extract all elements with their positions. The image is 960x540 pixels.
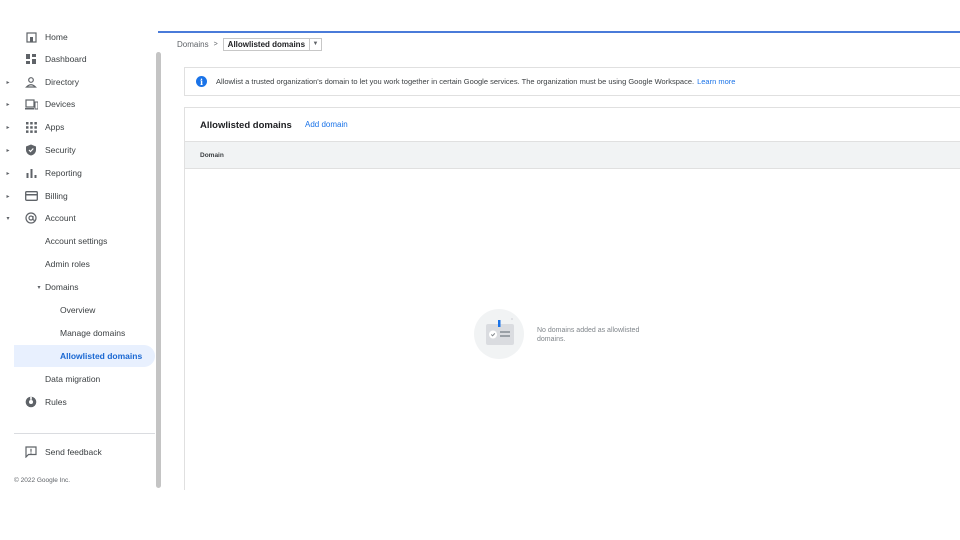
sidebar-item-label: Security: [45, 145, 76, 155]
id-card-icon: [486, 318, 514, 345]
sidebar-item-label: Data migration: [45, 374, 101, 384]
sidebar-item-label: Rules: [45, 397, 67, 407]
table-header: Domain: [185, 141, 960, 169]
breadcrumb-dropdown-button[interactable]: ▼: [310, 37, 323, 51]
apps-grid-icon: [24, 120, 38, 134]
breadcrumb-separator: >: [213, 40, 218, 48]
sidebar-item-allowlisted-domains[interactable]: Allowlisted domains: [14, 345, 155, 367]
sidebar-item-label: Dashboard: [45, 54, 87, 64]
credit-card-icon: [24, 189, 38, 203]
sidebar-item-label: Domains: [45, 282, 79, 292]
home-icon: [24, 30, 38, 44]
sidebar-item-manage-domains[interactable]: Manage domains: [0, 322, 156, 344]
bar-chart-icon: [24, 166, 38, 180]
card-title: Allowlisted domains: [200, 120, 292, 131]
sidebar-scrollbar[interactable]: [156, 52, 161, 488]
sidebar-item-label: Billing: [45, 191, 68, 201]
banner-text: Allowlist a trusted organization's domai…: [216, 77, 695, 86]
sidebar-item-send-feedback[interactable]: Send feedback: [0, 441, 156, 463]
sidebar-item-home[interactable]: Home: [0, 26, 156, 48]
add-domain-button[interactable]: Add domain: [305, 120, 348, 129]
breadcrumb-current: Allowlisted domains: [222, 37, 311, 51]
expand-caret-icon[interactable]: ▸: [5, 101, 11, 108]
breadcrumb-domains-link[interactable]: Domains: [177, 40, 209, 49]
expand-caret-icon[interactable]: ▸: [5, 193, 11, 200]
feedback-icon: [24, 445, 38, 459]
sidebar-item-reporting[interactable]: ▸ Reporting: [0, 162, 156, 184]
shield-icon: [24, 143, 38, 157]
sidebar-item-label: Allowlisted domains: [60, 351, 143, 361]
chevron-down-icon: ▼: [312, 41, 319, 47]
learn-more-link[interactable]: Learn more: [697, 77, 735, 86]
at-sign-icon: [24, 211, 38, 225]
expand-caret-icon[interactable]: ▸: [5, 147, 11, 154]
breadcrumb: Domains > Allowlisted domains ▼: [177, 37, 323, 51]
header-accent-line: [155, 31, 960, 33]
sidebar-item-security[interactable]: ▸ Security: [0, 139, 156, 161]
expand-caret-icon[interactable]: ▸: [5, 79, 11, 86]
sidebar-divider: [14, 433, 155, 434]
rules-icon: [24, 395, 38, 409]
sidebar-item-label: Account: [45, 213, 76, 223]
sidebar-item-billing[interactable]: ▸ Billing: [0, 185, 156, 207]
sidebar-item-admin-roles[interactable]: Admin roles: [0, 253, 156, 275]
sidebar-item-directory[interactable]: ▸ Directory: [0, 71, 156, 93]
sidebar-item-label: Directory: [45, 77, 80, 87]
sidebar-item-label: Devices: [45, 99, 76, 109]
sidebar-item-overview[interactable]: Overview: [0, 299, 156, 321]
sidebar-item-account[interactable]: ▾ Account: [0, 207, 156, 229]
allowlisted-domains-card: Allowlisted domains Add domain Domain: [184, 107, 960, 490]
dashboard-icon: [24, 52, 38, 66]
expand-caret-icon[interactable]: ▸: [5, 124, 11, 131]
sidebar-item-account-settings[interactable]: Account settings: [0, 230, 156, 252]
sidebar-item-label: Overview: [60, 305, 96, 315]
column-header-domain[interactable]: Domain: [200, 152, 224, 159]
devices-icon: [24, 97, 38, 111]
info-icon: i: [196, 76, 207, 87]
sidebar-item-data-migration[interactable]: Data migration: [0, 368, 156, 390]
info-banner: i Allowlist a trusted organization's dom…: [184, 67, 960, 96]
sidebar-item-label: Apps: [45, 122, 65, 132]
empty-state-message: No domains added as allowlisted domains.: [537, 327, 640, 343]
sidebar-item-apps[interactable]: ▸ Apps: [0, 116, 156, 138]
sidebar-item-label: Account settings: [45, 236, 108, 246]
sidebar-item-label: Send feedback: [45, 447, 102, 457]
copyright-text: © 2022 Google Inc.: [14, 477, 71, 484]
sidebar-item-label: Admin roles: [45, 259, 90, 269]
sidebar-item-label: Manage domains: [60, 328, 126, 338]
collapse-caret-icon[interactable]: ▾: [36, 284, 42, 291]
sidebar-nav: Home Dashboard ▸ Directory ▸ Devices ▸ A…: [0, 24, 158, 490]
sidebar-item-dashboard[interactable]: Dashboard: [0, 48, 156, 70]
expand-caret-icon[interactable]: ▸: [5, 170, 11, 177]
sidebar-item-domains[interactable]: ▾ Domains: [0, 276, 156, 298]
sidebar-item-rules[interactable]: Rules: [0, 391, 156, 413]
collapse-caret-icon[interactable]: ▾: [5, 215, 11, 222]
empty-state-illustration: [474, 309, 524, 359]
admin-console: Home Dashboard ▸ Directory ▸ Devices ▸ A…: [0, 0, 960, 540]
sidebar-item-label: Reporting: [45, 168, 82, 178]
sidebar-item-devices[interactable]: ▸ Devices: [0, 93, 156, 115]
person-icon: [24, 75, 38, 89]
sidebar-item-label: Home: [45, 32, 68, 42]
